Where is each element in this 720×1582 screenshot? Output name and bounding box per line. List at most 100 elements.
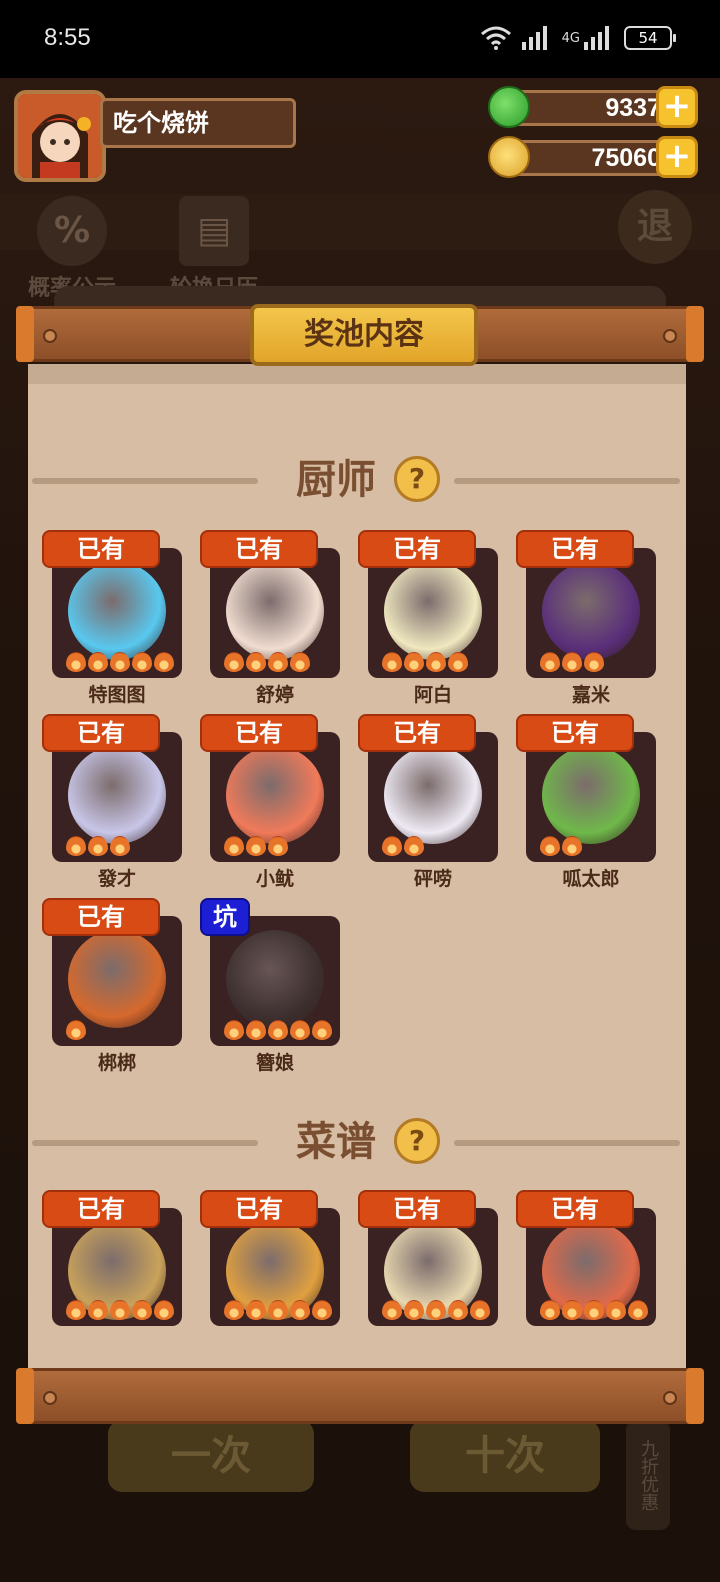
owned-badge: 已有 <box>358 530 476 568</box>
battery-icon: 54 <box>624 26 676 50</box>
gem-value: 9337 <box>506 90 678 126</box>
recipe-card[interactable]: 已有 <box>516 1190 666 1362</box>
add-coins-button[interactable]: + <box>656 136 698 178</box>
recipe-section-header: 菜谱 ? <box>28 1114 686 1170</box>
flame-icon <box>404 652 424 672</box>
avatar[interactable] <box>14 90 106 182</box>
exit-button[interactable]: 退 <box>618 190 692 264</box>
coin-counter: 75060 + <box>488 136 704 180</box>
character-image <box>68 930 166 1028</box>
owned-badge: 已有 <box>358 1190 476 1228</box>
star-rating <box>540 836 582 856</box>
flame-icon <box>382 836 402 856</box>
chef-card[interactable]: 已有 發才 <box>42 714 192 890</box>
signal-icon <box>521 26 547 50</box>
chef-name: 簪娘 <box>255 1052 294 1074</box>
player-name: 吃个烧饼 <box>100 98 296 148</box>
flame-icon <box>110 1300 130 1320</box>
chef-card[interactable]: 坑簪娘 <box>200 898 350 1074</box>
star-rating <box>66 1300 174 1320</box>
flame-icon <box>246 1300 266 1320</box>
flame-icon <box>584 1300 604 1320</box>
flame-icon <box>88 1300 108 1320</box>
pit-badge: 坑 <box>200 898 250 936</box>
draw-ten-button[interactable]: 十次 <box>410 1420 600 1492</box>
owned-badge: 已有 <box>516 714 634 752</box>
character-image <box>226 746 324 844</box>
chef-card[interactable]: 已有嘉米 <box>516 530 666 706</box>
chef-card[interactable]: 已有梆梆 <box>42 898 192 1074</box>
flame-icon <box>426 652 446 672</box>
owned-badge: 已有 <box>516 1190 634 1228</box>
gem-counter: 9337 + <box>488 86 704 130</box>
status-bar: 8:55 4G 54 <box>0 0 720 78</box>
flame-icon <box>224 1300 244 1320</box>
flame-icon <box>404 836 424 856</box>
owned-badge: 已有 <box>358 714 476 752</box>
chef-card[interactable]: 已有 舒婷 <box>200 530 350 706</box>
flame-icon <box>584 652 604 672</box>
chef-card[interactable]: 已有 小鱿 <box>200 714 350 890</box>
prize-pool-panel[interactable]: 厨师 ? 已有 特图图 已有 舒婷 已有 阿白 已有 嘉米 已有 發才 已有 小鱿 已有 砰唠 已有 呱太郎已… <box>28 364 686 1370</box>
flame-icon <box>606 1300 626 1320</box>
owned-badge: 已有 <box>42 898 160 936</box>
flame-icon <box>448 1300 468 1320</box>
star-rating <box>224 1020 332 1040</box>
star-rating <box>382 652 468 672</box>
owned-badge: 已有 <box>516 530 634 568</box>
flame-icon <box>246 652 266 672</box>
flame-icon <box>382 1300 402 1320</box>
network-type: 4G <box>561 30 580 46</box>
flame-icon <box>110 652 130 672</box>
chef-card[interactable]: 已有 阿白 <box>358 530 508 706</box>
flame-icon <box>88 652 108 672</box>
coin-value: 75060 <box>506 140 678 176</box>
star-rating <box>540 1300 648 1320</box>
character-image <box>226 562 324 660</box>
signal-icon-2 <box>584 26 609 50</box>
star-rating <box>540 652 604 672</box>
wifi-icon <box>480 26 511 50</box>
draw-once-button[interactable]: 一次 <box>108 1420 314 1492</box>
owned-badge: 已有 <box>200 714 318 752</box>
flame-icon <box>470 1300 490 1320</box>
owned-badge: 已有 <box>200 530 318 568</box>
flame-icon <box>404 1300 424 1320</box>
recipe-help-icon[interactable]: ? <box>394 1118 440 1164</box>
character-image <box>542 746 640 844</box>
flame-icon <box>154 1300 174 1320</box>
chef-name: 嘉米 <box>571 684 610 706</box>
flame-icon <box>224 1020 244 1040</box>
recipe-card[interactable]: 已有 <box>42 1190 192 1362</box>
chef-card[interactable]: 已有 特图图 <box>42 530 192 706</box>
chef-name: 梆梆 <box>97 1052 136 1074</box>
character-image <box>384 746 482 844</box>
recipe-section-title: 菜谱 <box>296 1119 376 1165</box>
chef-section-header: 厨师 ? <box>28 452 686 508</box>
flame-icon <box>246 1020 266 1040</box>
chef-name: 砰唠 <box>413 868 452 890</box>
flame-icon <box>540 1300 560 1320</box>
character-image <box>68 562 166 660</box>
flame-icon <box>132 1300 152 1320</box>
star-rating <box>224 652 310 672</box>
flame-icon <box>268 1020 288 1040</box>
gem-apple-icon <box>488 86 530 128</box>
flame-icon <box>66 652 86 672</box>
chef-name: 發才 <box>97 868 136 890</box>
owned-badge: 已有 <box>42 1190 160 1228</box>
recipe-card[interactable]: 已有 <box>200 1190 350 1362</box>
recipe-card[interactable]: 已有 <box>358 1190 508 1362</box>
flame-icon <box>66 836 86 856</box>
chef-card[interactable]: 已有砰唠 <box>358 714 508 890</box>
chef-name: 特图图 <box>88 684 146 706</box>
chef-name: 呱太郎 <box>562 868 620 890</box>
flame-icon <box>628 1300 648 1320</box>
modal-title: 奖池内容 <box>250 304 478 366</box>
chef-card[interactable]: 已有呱太郎 <box>516 714 666 890</box>
coin-icon <box>488 136 530 178</box>
add-gems-button[interactable]: + <box>656 86 698 128</box>
flame-icon <box>290 1300 310 1320</box>
flame-icon <box>540 652 560 672</box>
chef-help-icon[interactable]: ? <box>394 456 440 502</box>
